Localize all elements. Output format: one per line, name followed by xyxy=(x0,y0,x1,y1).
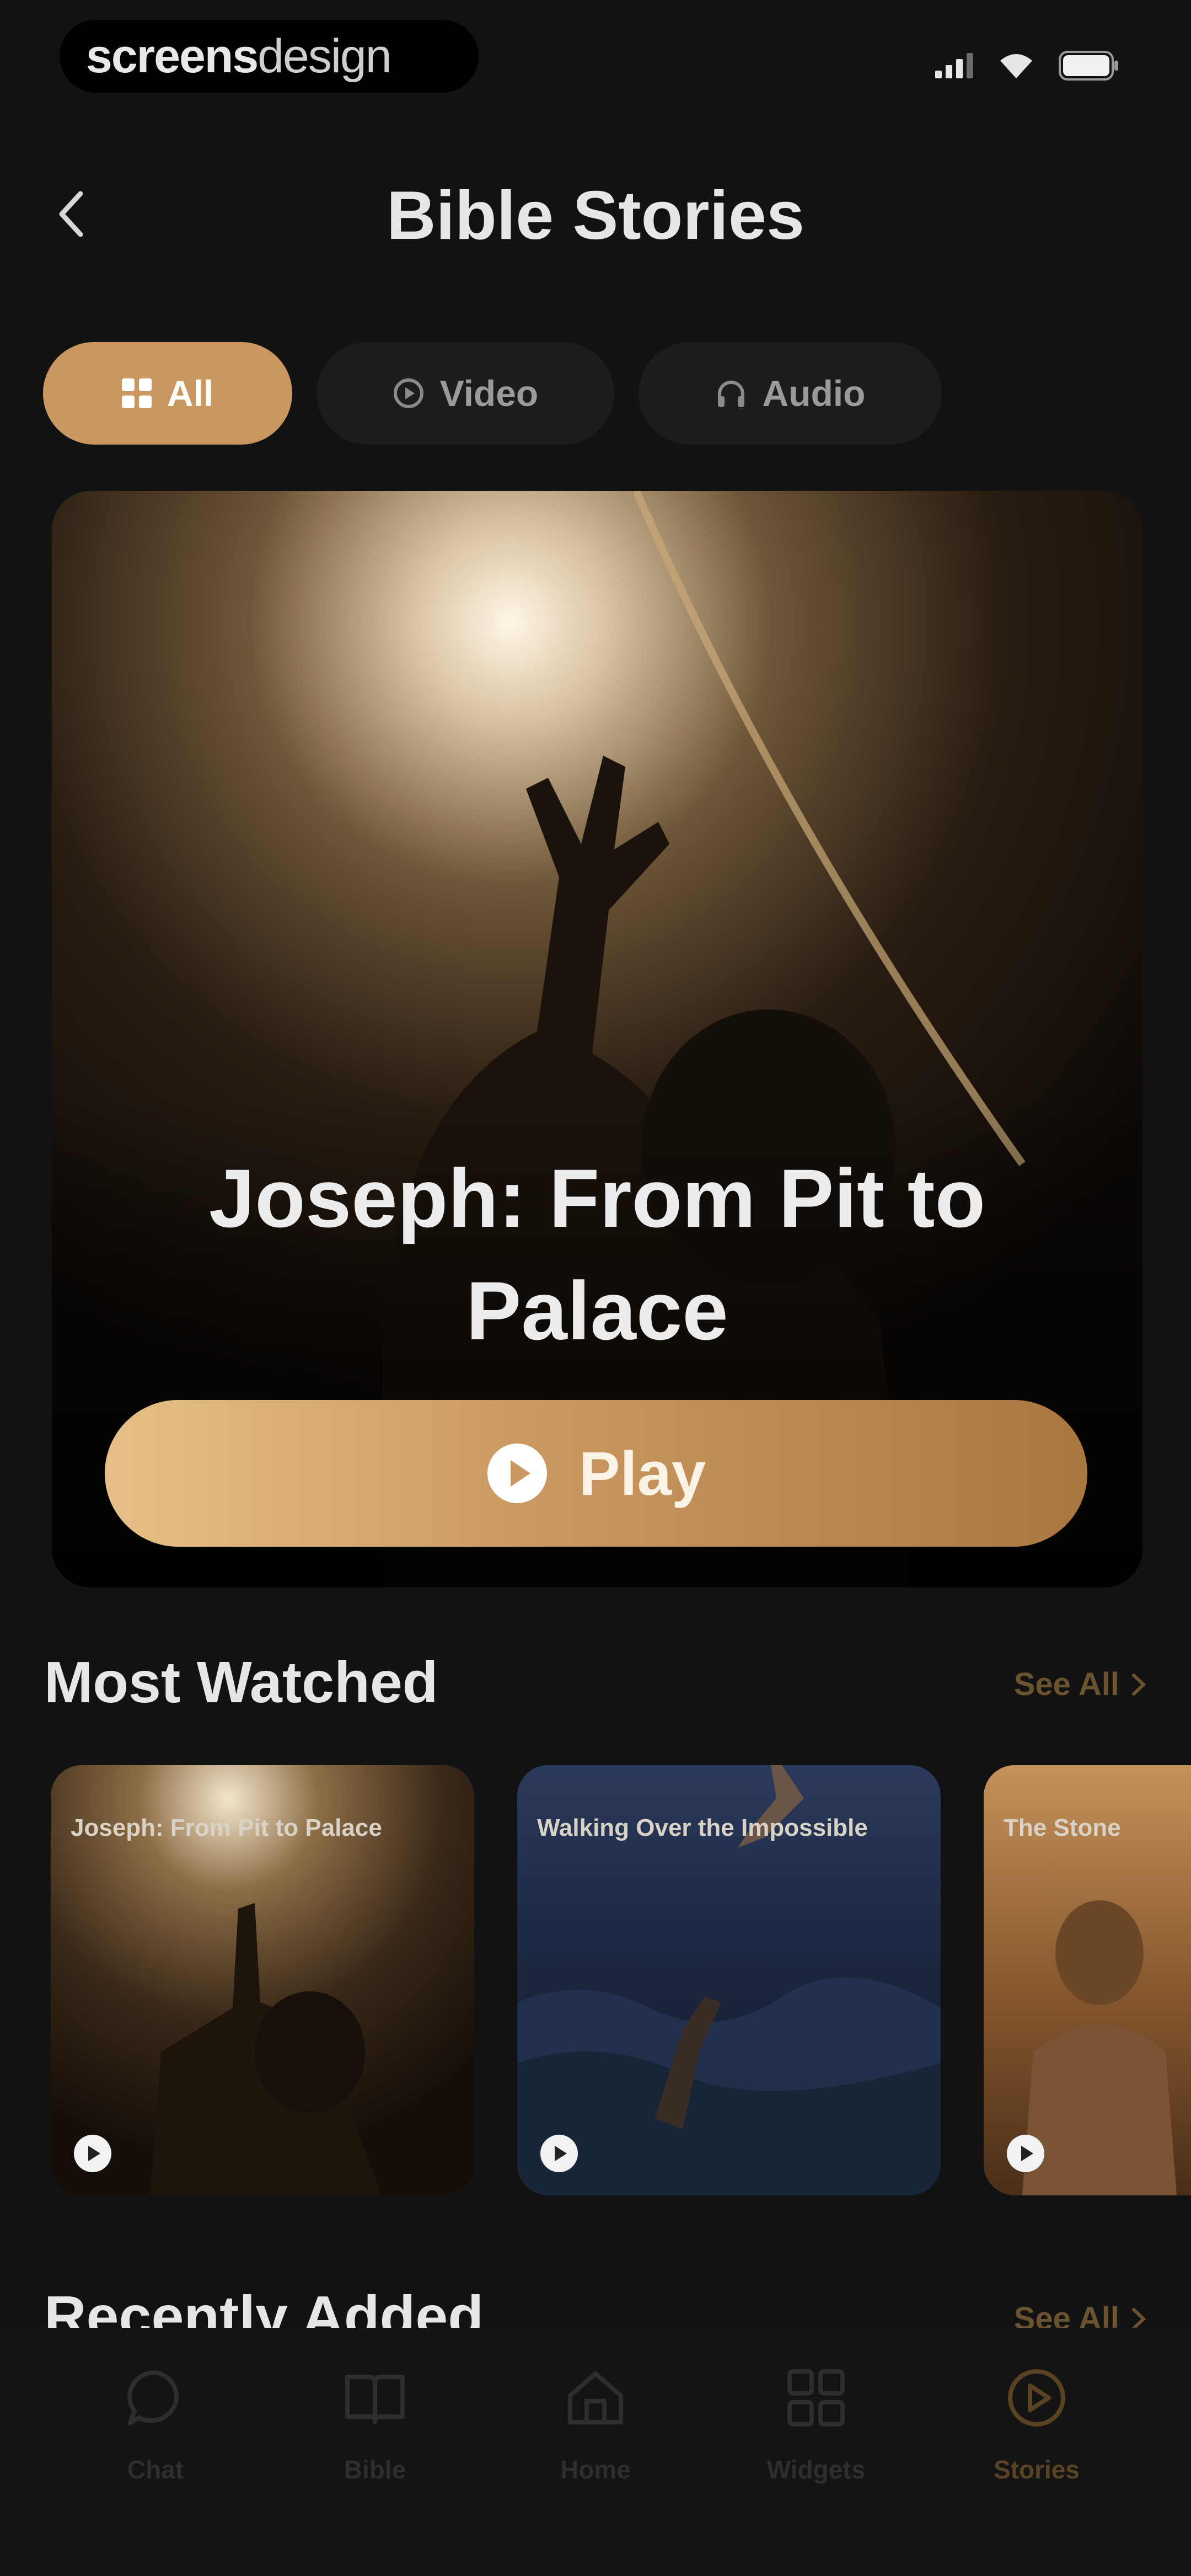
tab-chat-label: Chat xyxy=(127,2455,184,2484)
play-circle-icon[interactable] xyxy=(1006,2134,1045,2173)
header: Bible Stories xyxy=(0,165,1191,265)
play-circle-icon[interactable] xyxy=(73,2134,112,2173)
grid-icon xyxy=(121,378,152,408)
filter-video-label: Video xyxy=(439,373,539,414)
signal-icon xyxy=(935,53,973,78)
chat-icon xyxy=(127,2370,179,2425)
widgets-icon xyxy=(787,2369,845,2427)
section-title: Most Watched xyxy=(44,1650,438,1715)
play-circle-icon[interactable] xyxy=(539,2134,579,2173)
brand-watermark: screensdesign xyxy=(60,20,479,93)
story-card[interactable]: Walking Over the Impossible xyxy=(517,1765,941,2195)
story-card[interactable]: The Stone xyxy=(984,1765,1191,2195)
tab-widgets-label: Widgets xyxy=(766,2455,866,2484)
tab-stories[interactable]: Stories xyxy=(954,2356,1119,2484)
see-all-label: See All xyxy=(1013,1666,1119,1702)
filter-all[interactable]: All xyxy=(43,342,292,445)
tab-home[interactable]: Home xyxy=(513,2356,678,2484)
play-label: Play xyxy=(578,1439,706,1508)
filter-video[interactable]: Video xyxy=(316,342,614,445)
tab-widgets[interactable]: Widgets xyxy=(733,2356,899,2484)
featured-story-title: Joseph: From Pit to Palace xyxy=(208,1152,986,1357)
filter-chips: All Video Audio xyxy=(43,342,942,445)
most-watched-header: Most Watched See All xyxy=(44,1649,1147,1727)
tab-home-label: Home xyxy=(560,2455,631,2484)
tab-chat[interactable]: Chat xyxy=(73,2356,238,2484)
wifi-icon xyxy=(1000,54,1032,78)
status-bar: screensdesign xyxy=(0,0,1191,116)
most-watched-carousel[interactable]: Joseph: From Pit to Palace Walking Over … xyxy=(51,1765,1191,2201)
chevron-right-icon xyxy=(1132,1673,1146,1696)
filter-audio-label: Audio xyxy=(762,373,866,414)
story-card-title: The Stone xyxy=(1004,1814,1121,1841)
featured-story-card[interactable]: Joseph: From Pit to Palace Play xyxy=(52,491,1142,1588)
brand-bold: screens xyxy=(86,29,259,83)
filter-audio[interactable]: Audio xyxy=(639,342,942,445)
home-icon xyxy=(568,2371,623,2424)
tab-bible[interactable]: Bible xyxy=(292,2356,458,2484)
play-circle-icon xyxy=(1008,2369,1065,2427)
page-title: Bible Stories xyxy=(387,178,804,254)
battery-icon xyxy=(1059,51,1118,81)
play-button[interactable]: Play xyxy=(105,1400,1087,1547)
see-all-link[interactable]: See All xyxy=(1014,1666,1147,1703)
filter-all-label: All xyxy=(167,373,214,414)
video-icon xyxy=(393,378,423,408)
system-indicators xyxy=(935,51,1119,81)
book-icon xyxy=(345,2375,405,2424)
headphones-icon xyxy=(717,381,744,407)
bottom-tab-bar: Chat Bible Home Widgets Stories xyxy=(0,2328,1191,2576)
brand-light: design xyxy=(257,29,391,83)
tab-bible-label: Bible xyxy=(344,2455,406,2484)
story-card-title: Joseph: From Pit to Palace xyxy=(71,1814,382,1841)
story-card[interactable]: Joseph: From Pit to Palace xyxy=(51,1765,474,2195)
play-circle-icon xyxy=(487,1444,547,1503)
tab-stories-label: Stories xyxy=(994,2455,1080,2484)
story-card-title: Walking Over the Impossible xyxy=(537,1814,868,1841)
